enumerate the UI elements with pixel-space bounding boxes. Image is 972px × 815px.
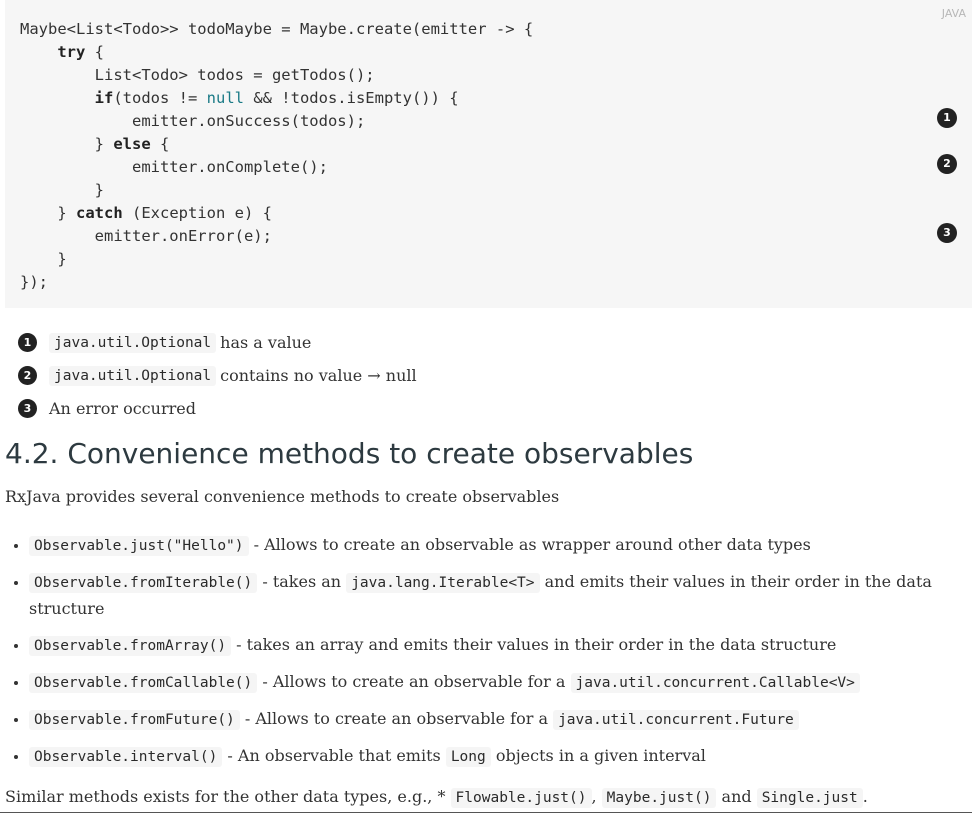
section-heading: 4.2. Convenience methods to create obser… <box>5 437 694 470</box>
callout-text: contains no value → null <box>220 366 417 385</box>
code-content: Maybe<List<Todo>> todoMaybe = Maybe.crea… <box>20 18 533 294</box>
code-callout-3: 3 <box>937 223 957 243</box>
code-keyword: catch <box>76 204 123 222</box>
code-callout-1: 1 <box>937 108 957 128</box>
code-line: } <box>57 250 67 268</box>
callout-list-item: 3 An error occurred <box>18 392 417 425</box>
code-literal: null <box>206 89 244 107</box>
inline-code: Maybe.just() <box>601 788 717 808</box>
method-description: - takes an array and emits their values … <box>231 635 837 654</box>
code-line: } <box>57 204 76 222</box>
inline-code: Long <box>445 747 491 767</box>
inline-code: Flowable.just() <box>450 788 592 808</box>
method-description: - takes an <box>257 572 347 591</box>
inline-code: Single.just <box>756 788 863 808</box>
code-keyword: try <box>57 43 86 61</box>
inline-code: java.util.Optional <box>49 365 217 386</box>
method-item: Observable.fromCallable() - Allows to cr… <box>29 669 964 696</box>
code-callout-2: 2 <box>937 154 957 174</box>
callout-text: has a value <box>220 333 312 352</box>
page-divider <box>0 812 972 813</box>
code-line: }); <box>20 273 48 291</box>
section-intro: RxJava provides several convenience meth… <box>5 487 560 506</box>
code-listing: JAVA Maybe<List<Todo>> todoMaybe = Maybe… <box>5 0 972 308</box>
closing-text: and <box>716 787 757 806</box>
method-description: - Allows to create an observable as wrap… <box>248 535 811 554</box>
inline-code: java.util.concurrent.Callable<V> <box>570 673 860 693</box>
code-line: emitter.onComplete(); <box>131 158 328 176</box>
code-line: emitter.onError(e); <box>94 227 272 245</box>
methods-list: Observable.just("Hello") - Allows to cre… <box>0 532 964 780</box>
code-keyword: else <box>113 135 151 153</box>
code-line: emitter.onSuccess(todos); <box>131 112 366 130</box>
closing-text: . <box>862 787 868 806</box>
callout-list: 1 java.util.Optional has a value 2 java.… <box>18 326 417 425</box>
code-line: List<Todo> todos = getTodos(); <box>94 66 375 84</box>
code-line: && !todos.isEmpty()) { <box>243 89 459 107</box>
method-item: Observable.fromFuture() - Allows to crea… <box>29 706 964 733</box>
inline-code: Observable.fromCallable() <box>29 673 258 693</box>
method-description: - Allows to create an observable for a <box>257 672 571 691</box>
callout-marker: 2 <box>18 366 37 385</box>
code-line: { <box>150 135 170 153</box>
code-line: (todos != <box>113 89 207 107</box>
callout-text: An error occurred <box>49 399 196 418</box>
method-description: - Allows to create an observable for a <box>239 709 554 728</box>
inline-code: java.lang.Iterable<T> <box>346 573 540 593</box>
inline-code: Observable.fromIterable() <box>29 573 258 593</box>
code-keyword: if <box>94 89 114 107</box>
closing-text: Similar methods exists for the other dat… <box>5 787 451 806</box>
code-line: (Exception e) { <box>122 204 272 222</box>
method-item: Observable.interval() - An observable th… <box>29 743 964 770</box>
callout-list-item: 1 java.util.Optional has a value <box>18 326 417 359</box>
inline-code: Observable.fromArray() <box>29 636 232 656</box>
closing-paragraph: Similar methods exists for the other dat… <box>5 787 868 808</box>
inline-code: java.util.Optional <box>49 332 217 353</box>
method-item: Observable.fromIterable() - takes an jav… <box>29 569 964 622</box>
method-description: - An observable that emits <box>222 746 446 765</box>
callout-marker: 3 <box>18 399 37 418</box>
inline-code: Observable.just("Hello") <box>29 536 249 556</box>
code-line: } <box>94 135 114 153</box>
inline-code: java.util.concurrent.Future <box>553 710 799 730</box>
code-line: } <box>94 181 104 199</box>
method-item: Observable.just("Hello") - Allows to cre… <box>29 532 964 559</box>
inline-code: Observable.fromFuture() <box>29 710 240 730</box>
code-language-label: JAVA <box>941 7 966 20</box>
callout-marker: 1 <box>18 333 37 352</box>
callout-list-item: 2 java.util.Optional contains no value →… <box>18 359 417 392</box>
method-item: Observable.fromArray() - takes an array … <box>29 632 964 659</box>
code-line: Maybe<List<Todo>> todoMaybe = Maybe.crea… <box>20 20 534 38</box>
code-line: { <box>85 43 104 61</box>
inline-code: Observable.interval() <box>29 747 223 767</box>
closing-text: , <box>591 787 602 806</box>
method-description: objects in a given interval <box>490 746 706 765</box>
